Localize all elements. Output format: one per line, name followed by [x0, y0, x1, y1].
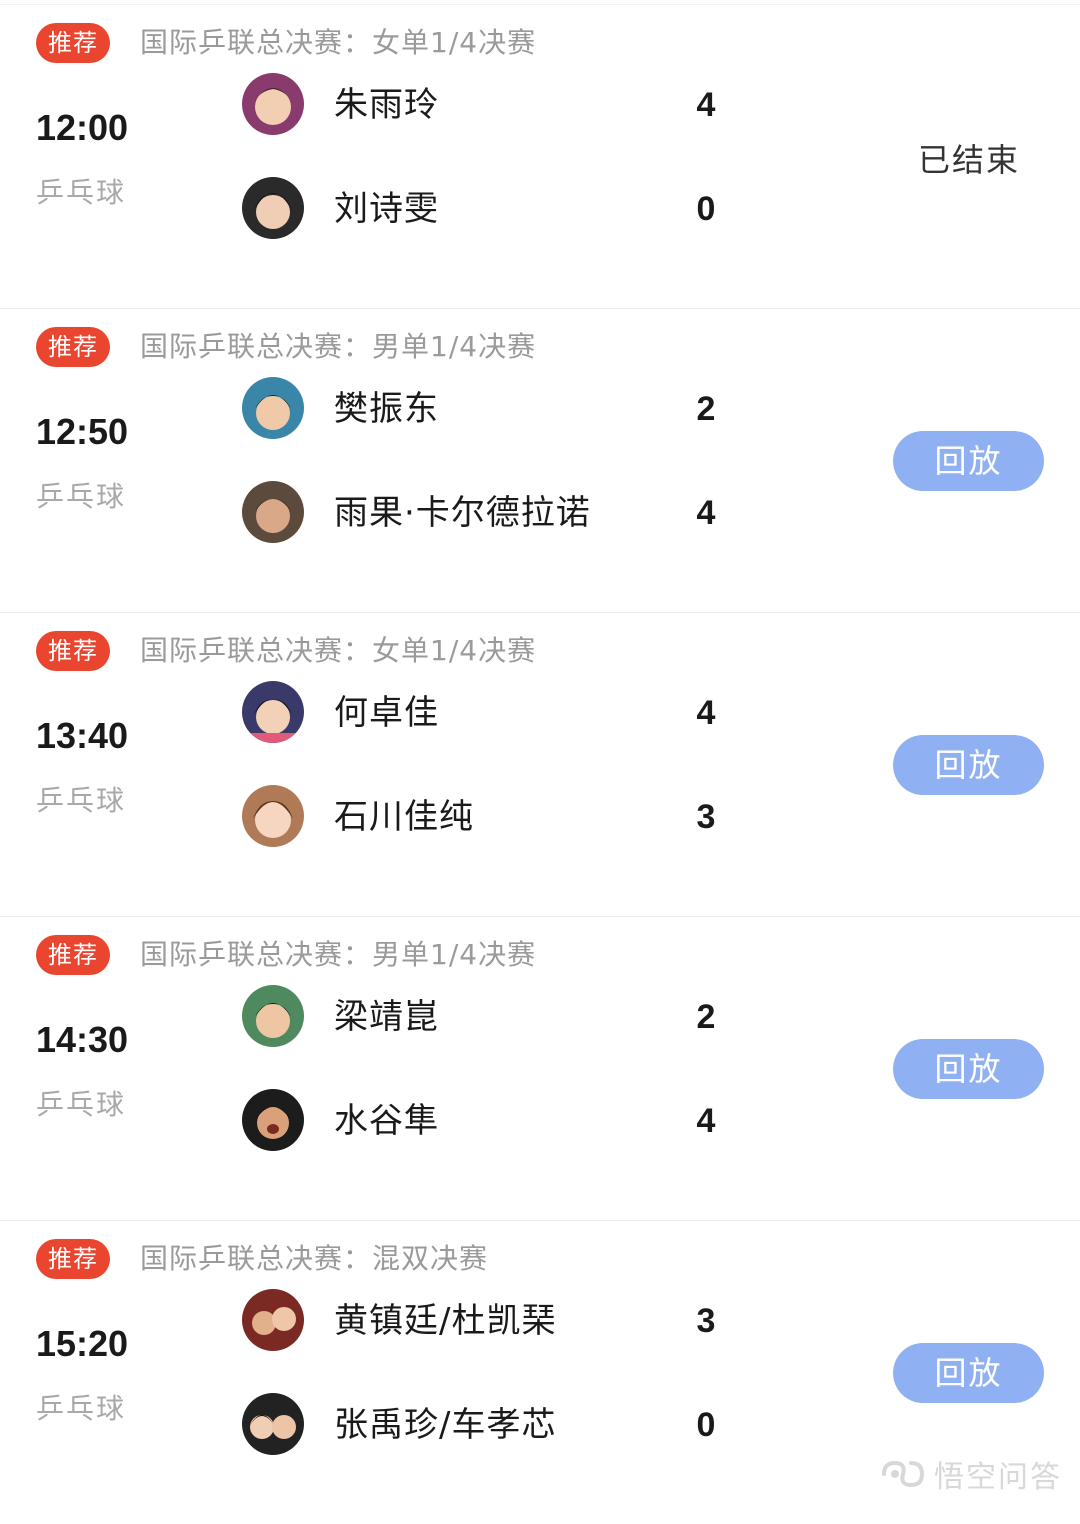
match-time: 15:20 — [36, 1323, 129, 1364]
player-score: 0 — [696, 190, 716, 228]
player-score: 4 — [696, 494, 716, 532]
player-row: 石川佳纯 3 — [242, 785, 742, 849]
player-name: 黄镇廷/杜凯琹 — [334, 1301, 557, 1341]
player-avatar-icon — [242, 681, 304, 743]
player-row: 朱雨玲 4 — [242, 73, 742, 137]
player-row: 水谷隼 4 — [242, 1089, 742, 1153]
player-name: 刘诗雯 — [334, 189, 439, 229]
player-avatar-icon — [242, 377, 304, 439]
watermark-text: 悟空问答 — [934, 1460, 1062, 1495]
event-name: 国际乒联总决赛：女单1/4决赛 — [140, 634, 537, 667]
player-name: 张禹珍/车孝芯 — [334, 1405, 557, 1445]
player-row: 何卓佳 4 — [242, 681, 742, 745]
recommend-badge: 推荐 — [36, 631, 110, 671]
player-name: 水谷隼 — [334, 1101, 439, 1141]
player-avatar-icon — [242, 177, 304, 239]
match-card[interactable]: 推荐 国际乒联总决赛：男单1/4决赛 14:30 乒乓球 梁靖崑 2 水谷隼 4… — [0, 916, 1080, 1220]
player-score: 4 — [696, 694, 716, 732]
player-row: 刘诗雯 0 — [242, 177, 742, 241]
sport-label: 乒乓球 — [36, 480, 127, 513]
recommend-badge: 推荐 — [36, 23, 110, 63]
match-time: 12:50 — [36, 411, 129, 452]
player-row: 张禹珍/车孝芯 0 — [242, 1393, 742, 1457]
event-name: 国际乒联总决赛：女单1/4决赛 — [140, 26, 537, 59]
replay-button[interactable]: 回放 — [893, 1343, 1044, 1403]
match-time: 12:00 — [36, 107, 129, 148]
player-avatar-icon — [242, 785, 304, 847]
match-card[interactable]: 推荐 国际乒联总决赛：女单1/4决赛 12:00 乒乓球 朱雨玲 4 刘诗雯 0… — [0, 4, 1080, 308]
wukong-logo-icon — [882, 1460, 925, 1488]
sport-label: 乒乓球 — [36, 1392, 127, 1425]
player-name: 雨果·卡尔德拉诺 — [334, 493, 591, 533]
replay-button[interactable]: 回放 — [893, 1039, 1044, 1099]
event-name: 国际乒联总决赛：混双决赛 — [140, 1242, 489, 1275]
player-avatar-icon — [242, 1089, 304, 1151]
player-row: 樊振东 2 — [242, 377, 742, 441]
match-time: 14:30 — [36, 1019, 129, 1060]
player-avatar-icon — [242, 1393, 304, 1455]
player-score: 3 — [696, 1302, 716, 1340]
player-name: 石川佳纯 — [334, 797, 474, 837]
player-score: 2 — [696, 390, 716, 428]
player-score: 3 — [696, 798, 716, 836]
player-avatar-icon — [242, 73, 304, 135]
recommend-badge: 推荐 — [36, 327, 110, 367]
replay-button[interactable]: 回放 — [893, 735, 1044, 795]
player-avatar-icon — [242, 481, 304, 543]
event-name: 国际乒联总决赛：男单1/4决赛 — [140, 938, 537, 971]
player-score: 0 — [696, 1406, 716, 1444]
match-list: 推荐 国际乒联总决赛：女单1/4决赛 12:00 乒乓球 朱雨玲 4 刘诗雯 0… — [0, 0, 1080, 1510]
sport-label: 乒乓球 — [36, 1088, 127, 1121]
player-avatar-icon — [242, 1289, 304, 1351]
player-score: 4 — [696, 86, 716, 124]
watermark: 悟空问答 — [880, 1452, 1062, 1496]
player-name: 何卓佳 — [334, 693, 439, 733]
match-card[interactable]: 推荐 国际乒联总决赛：女单1/4决赛 13:40 乒乓球 何卓佳 4 石川佳纯 … — [0, 612, 1080, 916]
recommend-badge: 推荐 — [36, 935, 110, 975]
sport-label: 乒乓球 — [36, 176, 127, 209]
replay-button[interactable]: 回放 — [893, 431, 1044, 491]
sport-label: 乒乓球 — [36, 784, 127, 817]
player-score: 4 — [696, 1102, 716, 1140]
event-name: 国际乒联总决赛：男单1/4决赛 — [140, 330, 537, 363]
match-time: 13:40 — [36, 715, 129, 756]
player-name: 朱雨玲 — [334, 85, 439, 125]
player-row: 黄镇廷/杜凯琹 3 — [242, 1289, 742, 1353]
match-status: 已结束 — [917, 141, 1020, 179]
recommend-badge: 推荐 — [36, 1239, 110, 1279]
player-score: 2 — [696, 998, 716, 1036]
player-row: 雨果·卡尔德拉诺 4 — [242, 481, 742, 545]
match-card[interactable]: 推荐 国际乒联总决赛：男单1/4决赛 12:50 乒乓球 樊振东 2 雨果·卡尔… — [0, 308, 1080, 612]
player-avatar-icon — [242, 985, 304, 1047]
player-row: 梁靖崑 2 — [242, 985, 742, 1049]
player-name: 梁靖崑 — [334, 997, 439, 1037]
player-name: 樊振东 — [334, 389, 439, 429]
